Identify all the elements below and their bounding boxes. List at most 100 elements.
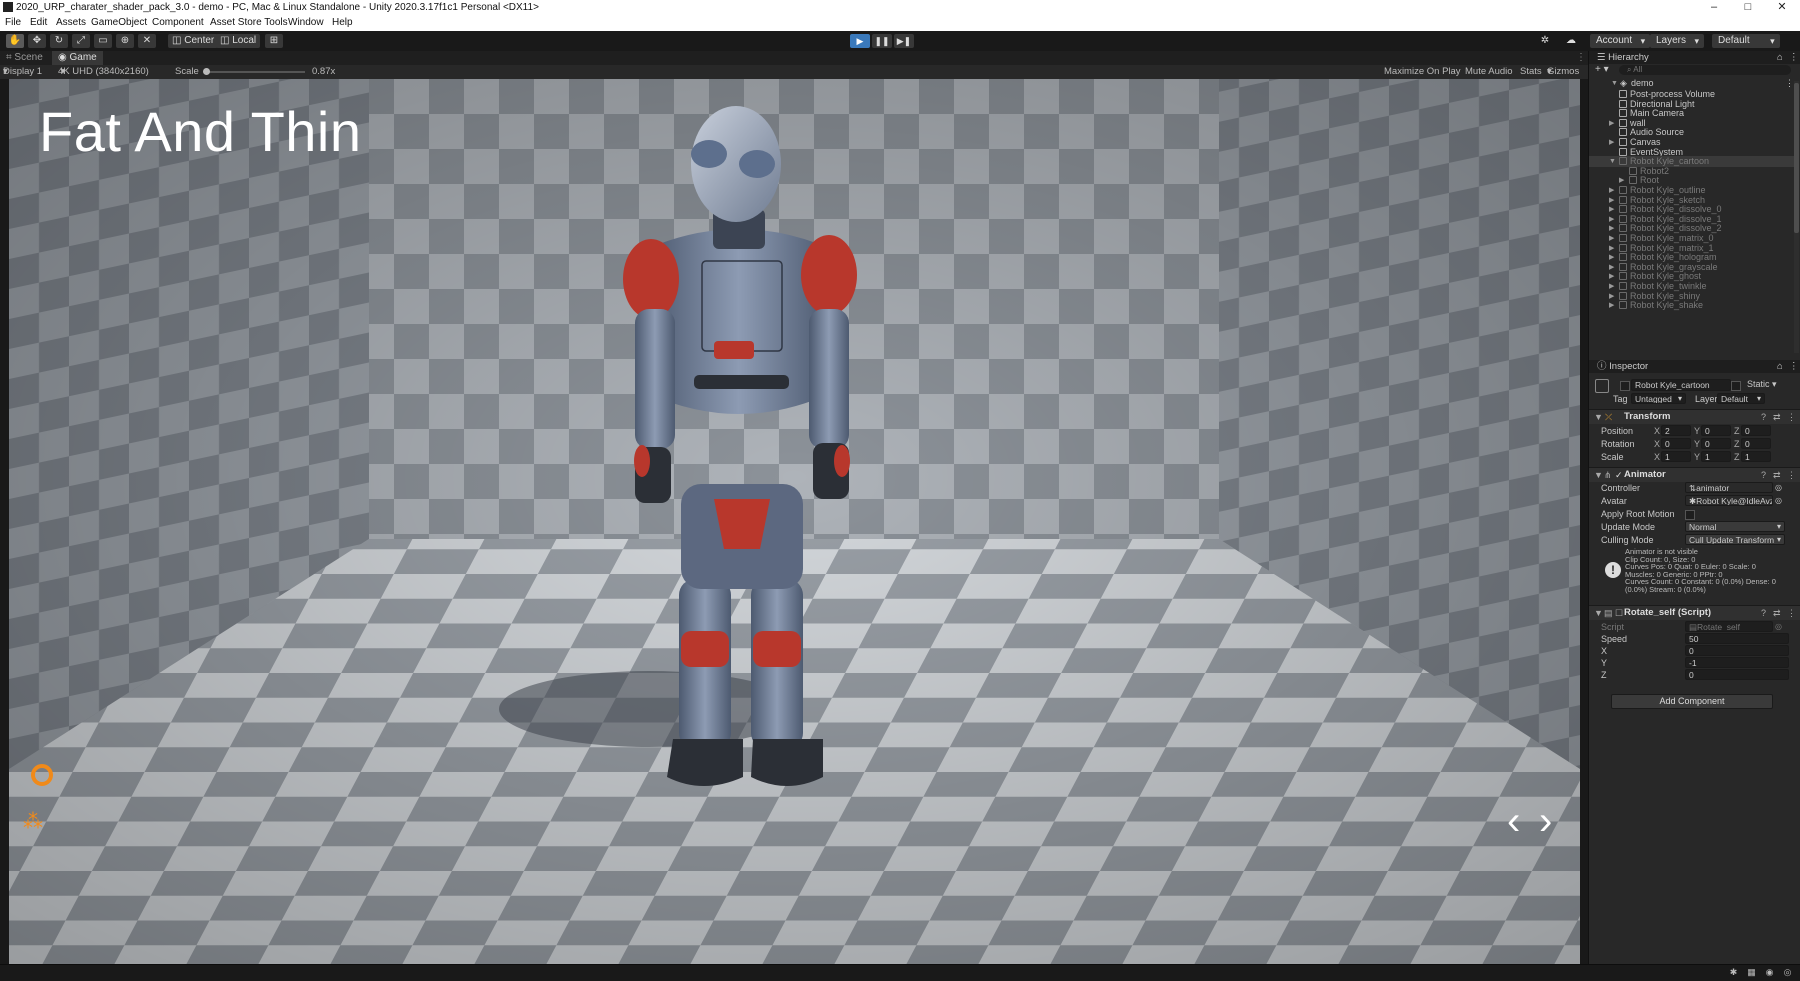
hierarchy-tab[interactable]: ☰ Hierarchy (1597, 51, 1649, 64)
previous-arrow-icon[interactable]: ‹ (1507, 801, 1520, 841)
object-picker-icon[interactable]: ◎ (1775, 495, 1782, 507)
expand-arrow-icon[interactable]: ▶ (1609, 300, 1614, 311)
cloud-icon[interactable]: ☁ (1562, 34, 1580, 48)
space-local-toggle[interactable]: ◫ Local (216, 34, 261, 48)
panel-menu-icon[interactable]: ⋮ (1789, 51, 1799, 64)
component-menu-icon[interactable]: ⋮ (1787, 468, 1796, 482)
component-menu-icon[interactable]: ⋮ (1787, 410, 1796, 424)
step-button[interactable]: ▶❚ (894, 34, 914, 48)
object-name-field[interactable]: Robot Kyle_cartoon (1631, 379, 1731, 391)
y-field[interactable]: -1 (1685, 657, 1789, 668)
script-enabled-checkbox[interactable]: ☐ (1615, 606, 1623, 620)
tab-game[interactable]: ◉ Game (52, 51, 103, 65)
apply-root-motion-checkbox[interactable] (1685, 510, 1695, 520)
controller-field[interactable]: ⇅animator (1685, 482, 1773, 493)
preset-icon[interactable]: ⇄ (1773, 410, 1781, 424)
display-dropdown[interactable]: Display 1 ▾ (3, 65, 42, 79)
static-checkbox[interactable] (1731, 381, 1741, 391)
position-x-field[interactable]: 2 (1661, 425, 1691, 436)
hand-tool-icon[interactable]: ✋ (6, 34, 24, 48)
foldout-arrow-icon[interactable]: ▼ (1594, 468, 1603, 482)
scale-z-field[interactable]: 1 (1741, 451, 1771, 462)
next-arrow-icon[interactable]: › (1539, 801, 1552, 841)
scale-tool-icon[interactable]: ⤢ (72, 34, 90, 48)
move-tool-icon[interactable]: ✥ (28, 34, 46, 48)
scale-slider-handle[interactable] (203, 68, 210, 75)
add-component-button[interactable]: Add Component (1611, 694, 1773, 709)
gizmos-dropdown[interactable]: Gizmos ▾ (1547, 65, 1579, 79)
hierarchy-scrollbar[interactable] (1794, 81, 1799, 353)
component-menu-icon[interactable]: ⋮ (1787, 606, 1796, 620)
avatar-field[interactable]: ✱Robot Kyle@IdleAvz (1685, 495, 1773, 506)
speed-field[interactable]: 50 (1685, 633, 1789, 644)
help-icon[interactable]: ? (1761, 606, 1766, 620)
pause-button[interactable]: ❚❚ (872, 34, 892, 48)
menu-asset-store-tools[interactable]: Asset Store Tools (210, 15, 288, 31)
maximize-on-play-toggle[interactable]: Maximize On Play (1384, 65, 1461, 79)
menu-component[interactable]: Component (152, 15, 204, 31)
active-checkbox[interactable] (1620, 381, 1630, 391)
game-view-render[interactable]: Fat And Thin ⁂ ‹ › (9, 79, 1580, 964)
bug-report-icon[interactable]: ✱ (1728, 967, 1739, 978)
minimize-button[interactable]: – (1697, 0, 1731, 15)
object-picker-icon[interactable]: ◎ (1775, 482, 1782, 494)
foldout-arrow-icon[interactable]: ▼ (1594, 606, 1603, 620)
static-dropdown[interactable]: Static ▾ (1747, 379, 1777, 390)
preset-icon[interactable]: ⇄ (1773, 606, 1781, 620)
menu-help[interactable]: Help (332, 15, 353, 31)
lock-icon[interactable]: ⌂ (1777, 51, 1783, 64)
animator-component-header[interactable]: ▼ ⋔ ✓ Animator ? ⇄ ⋮ (1589, 467, 1800, 482)
mute-audio-toggle[interactable]: Mute Audio (1465, 65, 1513, 79)
layout-dropdown[interactable]: Default (1712, 34, 1780, 48)
rotation-z-field[interactable]: 0 (1741, 438, 1771, 449)
collab-icon[interactable]: ✲ (1536, 34, 1554, 48)
resolution-dropdown[interactable]: 4K UHD (3840x2160) ▾ (58, 65, 149, 79)
maximize-button[interactable]: □ (1731, 0, 1765, 15)
help-icon[interactable]: ? (1761, 468, 1766, 482)
update-mode-dropdown[interactable]: Normal (1685, 521, 1785, 532)
hierarchy-scroll-thumb[interactable] (1794, 83, 1799, 233)
account-dropdown[interactable]: Account (1590, 34, 1651, 48)
inspector-lock-icon[interactable]: ⌂ (1777, 360, 1783, 373)
transform-tool-icon[interactable]: ⊕ (116, 34, 134, 48)
close-button[interactable]: ✕ (1765, 0, 1799, 15)
x-field[interactable]: 0 (1685, 645, 1789, 656)
scale-x-field[interactable]: 1 (1661, 451, 1691, 462)
rotation-y-field[interactable]: 0 (1701, 438, 1731, 449)
preset-icon[interactable]: ⇄ (1773, 468, 1781, 482)
scale-slider-track[interactable] (205, 71, 305, 73)
hierarchy-search-input[interactable]: ⌕ All (1619, 65, 1791, 75)
inspector-tab[interactable]: ⓘ Inspector (1597, 360, 1648, 373)
menu-window[interactable]: Window (288, 15, 324, 31)
inspector-menu-icon[interactable]: ⋮ (1789, 360, 1799, 373)
tab-scene[interactable]: ⌗ Scene (0, 51, 49, 65)
rotate-self-component-header[interactable]: ▼ ▤ ☐ Rotate_self (Script) ? ⇄ ⋮ (1589, 605, 1800, 620)
help-icon[interactable]: ? (1761, 410, 1766, 424)
scene-menu-icon[interactable]: ⋮ (1785, 78, 1794, 89)
layer-dropdown[interactable]: Default (1717, 393, 1765, 404)
foldout-arrow-icon[interactable]: ▼ (1594, 410, 1603, 424)
position-y-field[interactable]: 0 (1701, 425, 1731, 436)
position-z-field[interactable]: 0 (1741, 425, 1771, 436)
menu-gameobject[interactable]: GameObject (91, 15, 147, 31)
culling-mode-dropdown[interactable]: Cull Update Transform (1685, 534, 1785, 545)
grid-snap-icon[interactable]: ⊞ (265, 34, 283, 48)
rotation-x-field[interactable]: 0 (1661, 438, 1691, 449)
hierarchy-item[interactable]: ▶ Robot Kyle_shake (1589, 300, 1794, 311)
menu-assets[interactable]: Assets (56, 15, 86, 31)
play-button[interactable]: ▶ (850, 34, 870, 48)
animator-enabled-checkbox[interactable]: ✓ (1615, 468, 1623, 482)
pivot-center-toggle[interactable]: ◫ Center (168, 34, 219, 48)
hierarchy-root-row[interactable]: ▼ ◈ demo ⋮ (1589, 78, 1794, 89)
menu-file[interactable]: File (5, 15, 21, 31)
console-icon[interactable]: ▦ (1746, 967, 1757, 978)
add-object-button[interactable]: + ▾ (1595, 64, 1609, 75)
transform-component-header[interactable]: ▼ ⤫ Transform ? ⇄ ⋮ (1589, 409, 1800, 424)
tag-dropdown[interactable]: Untagged (1631, 393, 1686, 404)
z-field[interactable]: 0 (1685, 669, 1789, 680)
rect-tool-icon[interactable]: ▭ (94, 34, 112, 48)
menu-edit[interactable]: Edit (30, 15, 47, 31)
scale-y-field[interactable]: 1 (1701, 451, 1731, 462)
cache-server-icon[interactable]: ◉ (1764, 967, 1775, 978)
auto-generate-lighting-icon[interactable]: ◎ (1782, 967, 1793, 978)
